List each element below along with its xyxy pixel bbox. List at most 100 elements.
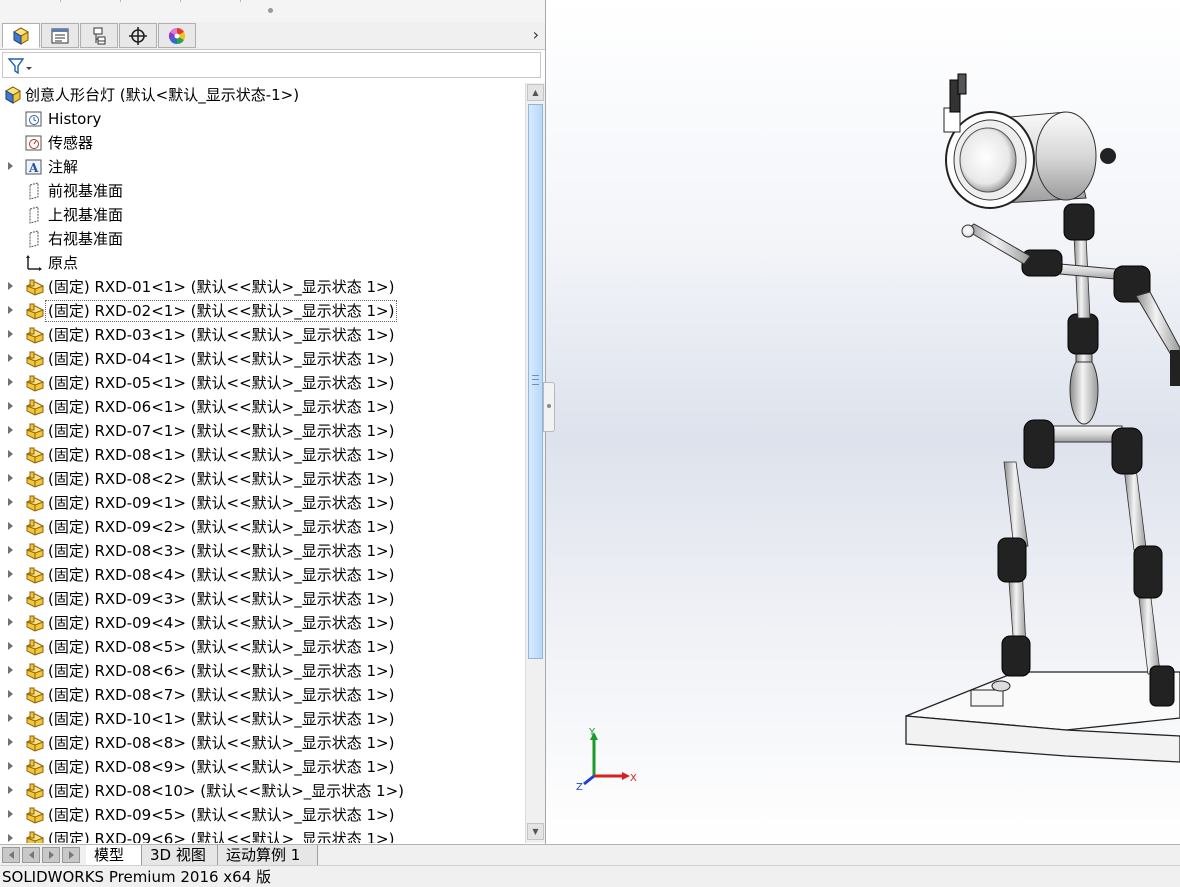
tree-component-row[interactable]: (固定) RXD-09<4> (默认<<默认>_显示状态 1>) [0,611,525,635]
tree-component-row[interactable]: (固定) RXD-08<8> (默认<<默认>_显示状态 1>) [0,731,525,755]
tree-item-label: History [48,110,102,128]
expand-arrow-icon[interactable] [8,402,13,410]
next-tab-button[interactable] [42,847,60,863]
tree-item[interactable]: 上视基准面 [0,203,525,227]
tree-item-label: (固定) RXD-08<8> (默认<<默认>_显示状态 1>) [48,734,395,752]
tree-component-row[interactable]: (固定) RXD-08<7> (默认<<默认>_显示状态 1>) [0,683,525,707]
tree-vertical-scrollbar[interactable]: ▲ ▼ [525,83,545,843]
panel-resize-grip[interactable] [268,8,273,13]
featuremanager-tab[interactable] [2,23,40,48]
tree-item-label: (固定) RXD-08<9> (默认<<默认>_显示状态 1>) [48,758,395,776]
tree-component-row[interactable]: (固定) RXD-08<4> (默认<<默认>_显示状态 1>) [0,563,525,587]
expand-arrow-icon[interactable] [8,282,13,290]
expand-arrow-icon[interactable] [8,570,13,578]
tree-component-row[interactable]: (固定) RXD-09<5> (默认<<默认>_显示状态 1>) [0,803,525,827]
axis-x-label: X [630,773,637,784]
tree-filter-input[interactable] [2,52,541,78]
expand-arrow-icon[interactable] [8,474,13,482]
tree-item[interactable]: A 注解 [0,155,525,179]
tree-component-row[interactable]: (固定) RXD-08<1> (默认<<默认>_显示状态 1>) [0,443,525,467]
tree-item[interactable]: 原点 [0,251,525,275]
tree-component-row[interactable]: (固定) RXD-08<3> (默认<<默认>_显示状态 1>) [0,539,525,563]
tree-component-row[interactable]: (固定) RXD-06<1> (默认<<默认>_显示状态 1>) [0,395,525,419]
part-icon [25,614,45,632]
expand-arrow-icon[interactable] [8,810,13,818]
expand-arrow-icon[interactable] [8,378,13,386]
part-icon [25,446,45,464]
last-tab-button[interactable] [62,847,80,863]
tree-component-row[interactable]: (固定) RXD-07<1> (默认<<默认>_显示状态 1>) [0,419,525,443]
expand-arrow-icon[interactable] [8,786,13,794]
expand-arrow-icon[interactable] [8,330,13,338]
tree-item[interactable]: 右视基准面 [0,227,525,251]
tree-component-row[interactable]: (固定) RXD-08<6> (默认<<默认>_显示状态 1>) [0,659,525,683]
expand-arrow-icon[interactable] [8,594,13,602]
tree-root-assembly[interactable]: 创意人形台灯 (默认<默认_显示状态-1>) [0,83,525,107]
expand-arrow-icon[interactable] [8,690,13,698]
expand-arrow-icon[interactable] [8,306,13,314]
tree-component-row[interactable]: (固定) RXD-08<2> (默认<<默认>_显示状态 1>) [0,467,525,491]
expand-arrow-icon[interactable] [8,354,13,362]
expand-arrow-icon[interactable] [8,522,13,530]
dimxpert-tab[interactable] [119,23,157,48]
display-manager-color-icon [168,27,186,44]
tree-component-row[interactable]: (固定) RXD-09<2> (默认<<默认>_显示状态 1>) [0,515,525,539]
tree-component-row[interactable]: (固定) RXD-08<10> (默认<<默认>_显示状态 1>) [0,779,525,803]
expand-arrow-icon[interactable] [8,450,13,458]
first-tab-button[interactable] [2,847,20,863]
tree-component-row[interactable]: (固定) RXD-03<1> (默认<<默认>_显示状态 1>) [0,323,525,347]
propertymanager-tab[interactable] [41,23,79,48]
part-icon [25,662,45,680]
configurationmanager-tab[interactable] [80,23,118,48]
expand-arrow-icon[interactable] [8,642,13,650]
expand-arrow-icon[interactable] [8,834,13,842]
tree-component-row[interactable]: (固定) RXD-01<1> (默认<<默认>_显示状态 1>) [0,275,525,299]
property-manager-icon [51,28,69,43]
expand-arrow-icon[interactable] [8,546,13,554]
tree-item-label: (固定) RXD-09<4> (默认<<默认>_显示状态 1>) [48,614,395,632]
dimxpert-crosshair-icon [129,26,147,45]
tree-component-row[interactable]: (固定) RXD-08<5> (默认<<默认>_显示状态 1>) [0,635,525,659]
tab-model[interactable]: 模型 [86,845,142,866]
scrollbar-thumb[interactable] [528,104,543,659]
tree-component-row[interactable]: (固定) RXD-05<1> (默认<<默认>_显示状态 1>) [0,371,525,395]
scroll-up-button[interactable]: ▲ [527,84,544,101]
panel-collapse-handle[interactable] [543,382,555,432]
expand-arrow-icon[interactable] [8,714,13,722]
expand-arrow-icon[interactable] [8,738,13,746]
chevron-right-icon[interactable]: › [533,25,539,44]
thumb-grip-icon [532,375,539,385]
tab-3d-view[interactable]: 3D 视图 [142,845,218,866]
part-icon [25,590,45,608]
tree-component-row[interactable]: (固定) RXD-09<1> (默认<<默认>_显示状态 1>) [0,491,525,515]
expand-arrow-icon[interactable] [8,618,13,626]
previous-tab-button[interactable] [22,847,40,863]
tree-item[interactable]: 前视基准面 [0,179,525,203]
tree-item[interactable]: History [0,107,525,131]
tab-motion-study[interactable]: 运动算例 1 [218,845,318,866]
tree-component-row[interactable]: (固定) RXD-02<1> (默认<<默认>_显示状态 1>) [0,299,525,323]
tree-component-row[interactable]: (固定) RXD-09<3> (默认<<默认>_显示状态 1>) [0,587,525,611]
expand-arrow-icon[interactable] [8,162,13,170]
expand-arrow-icon[interactable] [8,666,13,674]
tree-component-row[interactable]: (固定) RXD-08<9> (默认<<默认>_显示状态 1>) [0,755,525,779]
tree-component-row[interactable]: (固定) RXD-10<1> (默认<<默认>_显示状态 1>) [0,707,525,731]
panel-top-strip [0,0,545,23]
tree-component-row[interactable]: (固定) RXD-09<6> (默认<<默认>_显示状态 1>) [0,827,525,843]
tree-item-label: (固定) RXD-08<3> (默认<<默认>_显示状态 1>) [48,542,395,560]
part-icon [25,710,45,728]
filter-funnel-icon[interactable] [7,57,33,75]
tree-item[interactable]: 传感器 [0,131,525,155]
expand-arrow-icon[interactable] [8,498,13,506]
display-manager-tab[interactable] [158,23,196,48]
tree-component-row[interactable]: (固定) RXD-04<1> (默认<<默认>_显示状态 1>) [0,347,525,371]
expand-arrow-icon[interactable] [8,426,13,434]
scroll-down-button[interactable]: ▼ [527,823,544,840]
part-icon [25,494,45,512]
graphics-viewport[interactable] [546,0,1180,844]
tree-item-label: (固定) RXD-08<2> (默认<<默认>_显示状态 1>) [48,470,395,488]
tree-item-label: (固定) RXD-08<1> (默认<<默认>_显示状态 1>) [48,446,395,464]
expand-arrow-icon[interactable] [8,762,13,770]
part-icon [25,758,45,776]
tree-filter-bar [0,50,545,80]
